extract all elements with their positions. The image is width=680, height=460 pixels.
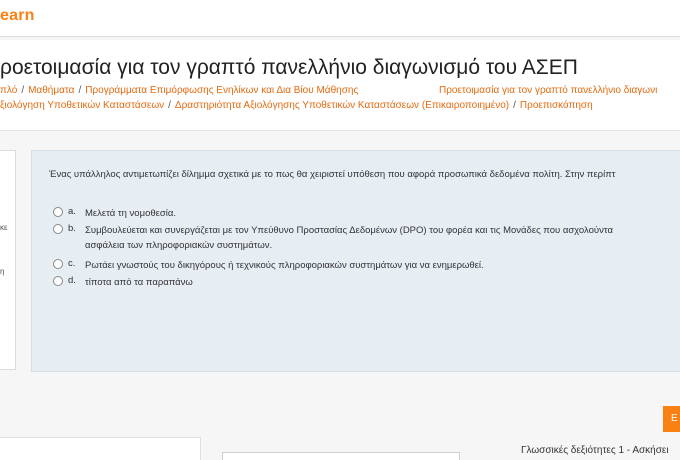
radio-button[interactable]	[53, 207, 63, 217]
breadcrumb-item-activity[interactable]: Δραστηριότητα Αξιολόγησης Υποθετικών Κατ…	[175, 100, 509, 111]
option-text: τίποτα από τα παραπάνω	[85, 277, 193, 288]
page-title: ροετοιμασία για τον γραπτό πανελλήνιο δι…	[0, 56, 578, 79]
radio-button[interactable]	[53, 259, 63, 269]
breadcrumb-item-courses[interactable]: Μαθήματα	[28, 85, 74, 96]
radio-button[interactable]	[53, 224, 63, 234]
option-letter: d.	[68, 275, 76, 286]
breadcrumb-item-preview[interactable]: Προεπισκόπηση	[520, 100, 593, 111]
next-activity-link[interactable]: Γλωσσικές δεξιότητες 1 - Ασκήσει	[521, 445, 669, 456]
option-letter: a.	[68, 206, 76, 217]
breadcrumb-item-home[interactable]: πλό	[0, 85, 17, 96]
brand-logo[interactable]: earn	[0, 7, 35, 25]
breadcrumb-item-course[interactable]: Προετοιμασία για τον γραπτό πανελλήνιο δ…	[439, 85, 657, 96]
breadcrumb: πλό / Μαθήματα / Προγράμματα Επιμόρφωσης Ενη…	[0, 85, 358, 96]
question-text: Ένας υπάλληλος αντιμετωπίζει δίλημμα σχε…	[49, 169, 616, 180]
question-card: Ένας υπάλληλος αντιμετωπίζει δίλημμα σχε…	[31, 150, 680, 372]
page-header: ροετοιμασία για τον γραπτό πανελλήνιο δι…	[0, 40, 680, 131]
breadcrumb-separator: /	[21, 85, 25, 96]
option-text: Μελετά τη νομοθεσία.	[85, 208, 176, 219]
option-text: Ρωτάει γνωστούς του δικηγόρους ή τεχνικο…	[85, 260, 484, 271]
top-navbar: earn	[0, 0, 680, 37]
option-letter: c.	[68, 258, 76, 269]
next-page-button[interactable]: Ε	[663, 406, 680, 432]
option-text: Συμβουλεύεται και συνεργάζεται με τον Υπ…	[85, 225, 613, 236]
breadcrumb-separator: /	[513, 100, 516, 111]
option-text-continued: ασφάλεια των πληροφοριακών συστημάτων.	[85, 240, 273, 251]
nav-panel-text: κε	[0, 223, 8, 232]
breadcrumb-separator: /	[168, 100, 171, 111]
breadcrumb-item-section[interactable]: ξιολόγηση Υποθετικών Καταστάσεων	[0, 100, 164, 111]
breadcrumb-item-programs[interactable]: Προγράμματα Επιμόρφωσης Ενηλίκων και Δια…	[85, 85, 358, 96]
option-letter: b.	[68, 223, 76, 234]
radio-button[interactable]	[53, 276, 63, 286]
breadcrumb-row2: ξιολόγηση Υποθετικών Καταστάσεων / Δραστηρ…	[0, 100, 593, 111]
nav-panel-text: η	[0, 267, 5, 276]
footer-activity-nav[interactable]	[0, 437, 201, 460]
breadcrumb-separator: /	[78, 85, 82, 96]
quiz-navigation-panel: κε η	[0, 150, 16, 370]
